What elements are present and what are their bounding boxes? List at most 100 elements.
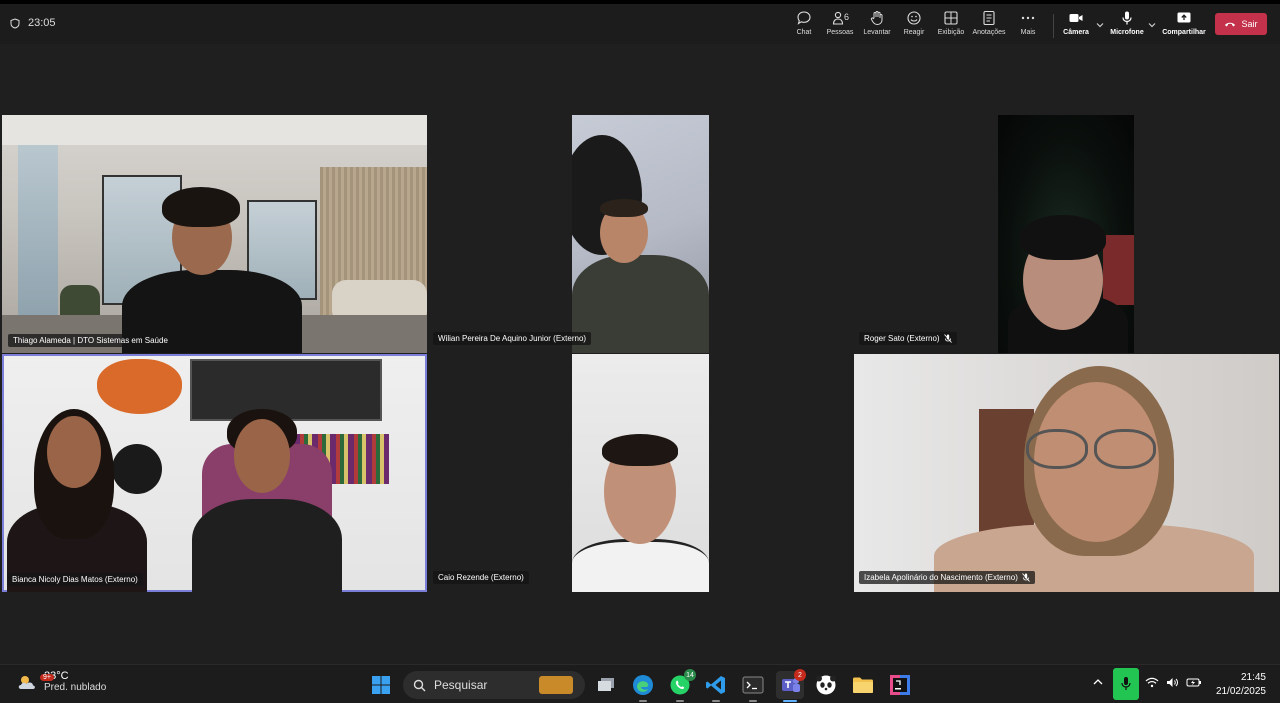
microphone-label: Microfone (1110, 29, 1144, 36)
windows-taskbar: 9+ 23°C Pred. nublado Pesquisar 14 2 21:… (0, 664, 1280, 703)
vscode-icon (706, 676, 725, 694)
search-icon (413, 679, 426, 691)
participant-name-tag: Izabela Apolinário do Nascimento (Extern… (859, 571, 1035, 584)
red-backdrop (1103, 235, 1134, 305)
video-tile-bianca[interactable]: Bianca Nicoly Dias Matos (Externo) (2, 354, 427, 592)
microphone-button[interactable]: Microfone (1103, 10, 1151, 42)
running-indicator (749, 700, 757, 702)
volume-icon (1167, 678, 1178, 687)
chevron-up-icon (1093, 679, 1103, 685)
show-hidden-icons-button[interactable] (1092, 677, 1104, 687)
guitar (97, 359, 182, 414)
running-indicator (639, 700, 647, 702)
weather-alert-badge: 9+ (40, 674, 54, 681)
start-button[interactable] (367, 671, 395, 699)
microphone-icon (1122, 11, 1132, 25)
camera-label: Câmera (1063, 29, 1089, 36)
whatsapp-unread-badge: 14 (684, 669, 696, 681)
search-highlight-icon (539, 676, 573, 694)
clock-time: 21:45 (1240, 672, 1266, 683)
video-tile-roger[interactable] (998, 115, 1134, 353)
more-label: Mais (1020, 29, 1036, 36)
participant-name: Caio Rezende (Externo) (438, 573, 524, 582)
ceiling (2, 115, 427, 145)
wifi-icon (1145, 677, 1159, 688)
video-stage: Thiago Alameda | DTO Sistemas em Saúde W… (0, 44, 1280, 664)
video-tile-caio[interactable] (572, 354, 709, 592)
view-label: Exibição (937, 29, 965, 36)
cloudy-weather-icon (18, 675, 35, 689)
terminal-app[interactable] (739, 671, 767, 702)
emoji-icon (907, 11, 921, 25)
running-indicator (712, 700, 720, 702)
windows-logo-icon (372, 676, 390, 694)
participant-name-tag: Roger Sato (Externo) (859, 332, 957, 345)
system-tray-status[interactable] (1145, 677, 1202, 688)
microphone-icon (1121, 677, 1131, 690)
ellipsis-icon (1021, 16, 1035, 20)
muted-microphone-icon (1022, 573, 1030, 582)
panda-face-icon (816, 675, 836, 695)
notes-icon (983, 10, 995, 26)
shield-icon (10, 17, 20, 29)
task-view-icon (598, 678, 614, 691)
microphone-options-chevron-down-icon[interactable] (1147, 20, 1157, 30)
weather-condition: Pred. nublado (44, 682, 107, 693)
share-label: Compartilhar (1162, 29, 1206, 36)
taskbar-search-box[interactable]: Pesquisar (403, 671, 585, 699)
video-tile-wilian[interactable] (572, 115, 709, 353)
edge-app[interactable] (629, 671, 657, 702)
more-button[interactable]: Mais (1004, 10, 1052, 42)
search-label: Pesquisar (434, 678, 488, 692)
battery-charging-icon (1186, 678, 1201, 687)
participant-name: Izabela Apolinário do Nascimento (Extern… (864, 573, 1018, 582)
leave-button[interactable]: Sair (1215, 13, 1267, 35)
folder-icon (853, 677, 873, 693)
participant-name-tag: Thiago Alameda | DTO Sistemas em Saúde (8, 334, 173, 347)
people-count: 6 (844, 12, 850, 22)
hang-up-phone-icon (1225, 22, 1236, 27)
grid-icon (944, 11, 958, 25)
share-button[interactable]: Compartilhar (1160, 10, 1208, 42)
pinned-app[interactable] (812, 671, 840, 699)
hand-icon (870, 11, 883, 26)
jetbrains-app[interactable] (886, 671, 914, 699)
system-clock[interactable]: 21:45 21/02/2025 (1208, 671, 1266, 699)
clock-date: 21/02/2025 (1215, 686, 1266, 697)
participant-name: Roger Sato (Externo) (864, 334, 940, 343)
video-camera-icon (1069, 14, 1083, 22)
share-screen-icon (1177, 12, 1191, 23)
participant-name: Bianca Nicoly Dias Matos (Externo) (12, 575, 138, 584)
meeting-toolbar: 23:05 Chat 6 Pessoas Levantar Reagir Exi… (0, 4, 1280, 44)
muted-microphone-icon (943, 334, 952, 343)
camera-button[interactable]: Câmera (1052, 10, 1100, 42)
video-tile-thiago[interactable]: Thiago Alameda | DTO Sistemas em Saúde (2, 115, 427, 353)
teams-app[interactable]: 2 (776, 669, 806, 702)
ide-icon (890, 675, 910, 695)
teams-unread-badge: 2 (794, 669, 806, 681)
task-view-app[interactable] (592, 671, 620, 699)
running-indicator (676, 700, 684, 702)
wall-map-frame (190, 359, 382, 421)
participant-name-tag: Wilian Pereira De Aquino Junior (Externo… (433, 332, 592, 345)
participant-name: Thiago Alameda | DTO Sistemas em Saúde (13, 336, 168, 345)
participant-name-tag: Caio Rezende (Externo) (433, 571, 529, 584)
edge-browser-icon (633, 675, 653, 695)
chat-label: Chat (796, 29, 812, 36)
meeting-timer: 23:05 (10, 17, 56, 29)
timer-text: 23:05 (28, 17, 56, 29)
terminal-icon (742, 676, 764, 694)
whatsapp-app[interactable]: 14 (666, 669, 696, 702)
vscode-app[interactable] (702, 671, 730, 702)
participant-name-tag: Bianca Nicoly Dias Matos (Externo) (7, 573, 143, 586)
participant-name: Wilian Pereira De Aquino Junior (Externo… (438, 334, 587, 343)
weather-widget[interactable]: 9+ 23°C Pred. nublado (16, 670, 106, 693)
microphone-in-use-indicator[interactable] (1113, 668, 1139, 700)
file-explorer-app[interactable] (849, 671, 877, 699)
raise-hand-label: Levantar (863, 29, 891, 36)
video-tile-izabela[interactable] (854, 354, 1279, 592)
active-indicator (783, 700, 797, 702)
chat-icon (797, 11, 811, 25)
react-label: Reagir (903, 29, 925, 36)
notes-label: Anotações (972, 29, 1006, 36)
